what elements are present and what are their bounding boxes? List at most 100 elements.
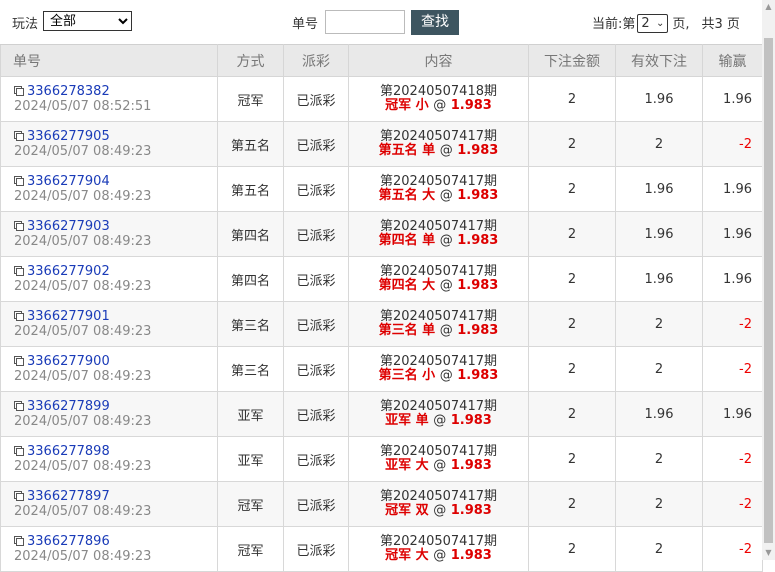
content-cell: 第20240507417期 第五名 大 @ 1.983 [348, 166, 529, 212]
header-order-number: 单号 [0, 44, 218, 77]
at-symbol: @ [433, 548, 447, 563]
payout-status-cell: 已派彩 [283, 436, 349, 482]
order-number-link[interactable]: 3366277902 [27, 264, 110, 279]
copy-icon[interactable] [14, 446, 24, 456]
at-symbol: @ [433, 413, 447, 428]
mode-cell: 第三名 [217, 346, 284, 392]
content-cell: 第20240507417期 第三名 小 @ 1.983 [348, 346, 529, 392]
bet-selection: 冠军 大 @ 1.983 [349, 549, 528, 563]
copy-icon[interactable] [14, 176, 24, 186]
order-time: 2024/05/07 08:49:23 [14, 504, 152, 519]
copy-icon[interactable] [14, 356, 24, 366]
bet-amount-cell: 2 [528, 391, 616, 437]
bet-amount-cell: 2 [528, 436, 616, 482]
order-time: 2024/05/07 08:49:23 [14, 189, 152, 204]
table-row: 3366277899 2024/05/07 08:49:23 亚军 已派彩 第20240… [0, 391, 763, 437]
scroll-up-arrow-icon[interactable]: ▲ [762, 0, 775, 14]
pager-suffix: 页, [672, 17, 690, 32]
scroll-down-arrow-icon[interactable]: ▼ [762, 546, 775, 560]
search-button[interactable]: 查找 [411, 10, 459, 35]
copy-icon[interactable] [14, 536, 24, 546]
copy-icon[interactable] [14, 131, 24, 141]
bet-selection-text: 冠军 小 [385, 98, 429, 113]
order-number-link[interactable]: 3366277905 [27, 129, 110, 144]
order-time: 2024/05/07 08:49:23 [14, 369, 152, 384]
table-body: 3366278382 2024/05/07 08:52:51 冠军 已派彩 第20240… [0, 76, 763, 572]
win-loss-cell: -2 [702, 436, 763, 482]
bet-selection: 亚军 大 @ 1.983 [349, 459, 528, 473]
valid-bet-cell: 1.96 [615, 76, 703, 122]
win-loss-cell: -2 [702, 481, 763, 527]
at-symbol: @ [439, 143, 453, 158]
content-cell: 第20240507417期 冠军 双 @ 1.983 [348, 481, 529, 527]
payout-status-cell: 已派彩 [283, 166, 349, 212]
order-number-link[interactable]: 3366277896 [27, 534, 110, 549]
order-cell: 3366277903 2024/05/07 08:49:23 [0, 211, 218, 257]
bet-selection: 冠军 双 @ 1.983 [349, 504, 528, 518]
order-number-link[interactable]: 3366277899 [27, 399, 110, 414]
pager-total: 共3 页 [701, 17, 740, 32]
bet-amount-cell: 2 [528, 526, 616, 572]
content-cell: 第20240507417期 第三名 单 @ 1.983 [348, 301, 529, 347]
mode-cell: 第五名 [217, 121, 284, 167]
order-number-link[interactable]: 3366278382 [27, 84, 110, 99]
table-row: 3366277896 2024/05/07 08:49:23 冠军 已派彩 第20240… [0, 526, 763, 572]
bet-selection: 第三名 单 @ 1.983 [349, 324, 528, 338]
valid-bet-cell: 1.96 [615, 166, 703, 212]
vertical-scrollbar[interactable]: ▲ ▼ [762, 0, 775, 560]
table-row: 3366277902 2024/05/07 08:49:23 第四名 已派彩 第2024… [0, 256, 763, 302]
bet-selection-text: 亚军 大 [385, 458, 429, 473]
bet-odds: 1.983 [457, 233, 499, 248]
order-number-link[interactable]: 3366277897 [27, 489, 110, 504]
bet-selection-text: 冠军 大 [385, 548, 429, 563]
payout-status-cell: 已派彩 [283, 526, 349, 572]
order-number-link[interactable]: 3366277900 [27, 354, 110, 369]
table-row: 3366277901 2024/05/07 08:49:23 第三名 已派彩 第2024… [0, 301, 763, 347]
table-row: 3366277900 2024/05/07 08:49:23 第三名 已派彩 第2024… [0, 346, 763, 392]
copy-icon[interactable] [14, 311, 24, 321]
copy-icon[interactable] [14, 221, 24, 231]
payout-status-cell: 已派彩 [283, 121, 349, 167]
order-cell: 3366277896 2024/05/07 08:49:23 [0, 526, 218, 572]
bet-odds: 1.983 [457, 368, 499, 383]
content-cell: 第20240507418期 冠军 小 @ 1.983 [348, 76, 529, 122]
bet-selection: 第四名 大 @ 1.983 [349, 279, 528, 293]
issue-number: 第20240507417期 [380, 174, 497, 189]
bet-odds: 1.983 [450, 548, 492, 563]
order-cell: 3366277898 2024/05/07 08:49:23 [0, 436, 218, 482]
table-row: 3366277897 2024/05/07 08:49:23 冠军 已派彩 第20240… [0, 481, 763, 527]
copy-icon[interactable] [14, 266, 24, 276]
order-number-link[interactable]: 3366277903 [27, 219, 110, 234]
bet-odds: 1.983 [450, 458, 492, 473]
mode-cell: 第五名 [217, 166, 284, 212]
order-time: 2024/05/07 08:49:23 [14, 144, 152, 159]
order-number-link[interactable]: 3366277901 [27, 309, 110, 324]
order-number-input[interactable] [325, 10, 405, 34]
bet-selection-text: 第四名 大 [378, 278, 436, 293]
play-type-select[interactable]: 全部 [43, 11, 132, 31]
bet-odds: 1.983 [457, 188, 499, 203]
copy-icon[interactable] [14, 491, 24, 501]
copy-icon[interactable] [14, 86, 24, 96]
order-cell: 3366277905 2024/05/07 08:49:23 [0, 121, 218, 167]
order-cell: 3366277899 2024/05/07 08:49:23 [0, 391, 218, 437]
win-loss-cell: 1.96 [702, 391, 763, 437]
valid-bet-cell: 2 [615, 481, 703, 527]
header-bet-amount: 下注金额 [528, 44, 616, 77]
order-cell: 3366277900 2024/05/07 08:49:23 [0, 346, 218, 392]
table-row: 3366277904 2024/05/07 08:49:23 第五名 已派彩 第2024… [0, 166, 763, 212]
mode-cell: 亚军 [217, 391, 284, 437]
valid-bet-cell: 2 [615, 301, 703, 347]
order-number-link[interactable]: 3366277904 [27, 174, 110, 189]
win-loss-cell: -2 [702, 346, 763, 392]
win-loss-cell: 1.96 [702, 166, 763, 212]
bet-amount-cell: 2 [528, 481, 616, 527]
scrollbar-thumb[interactable] [764, 38, 773, 543]
order-number-link[interactable]: 3366277898 [27, 444, 110, 459]
order-time: 2024/05/07 08:49:23 [14, 234, 152, 249]
copy-icon[interactable] [14, 401, 24, 411]
page-select[interactable]: 2 ⌄ [637, 13, 669, 33]
bet-odds: 1.983 [450, 413, 492, 428]
order-time: 2024/05/07 08:52:51 [14, 99, 152, 114]
mode-cell: 冠军 [217, 481, 284, 527]
